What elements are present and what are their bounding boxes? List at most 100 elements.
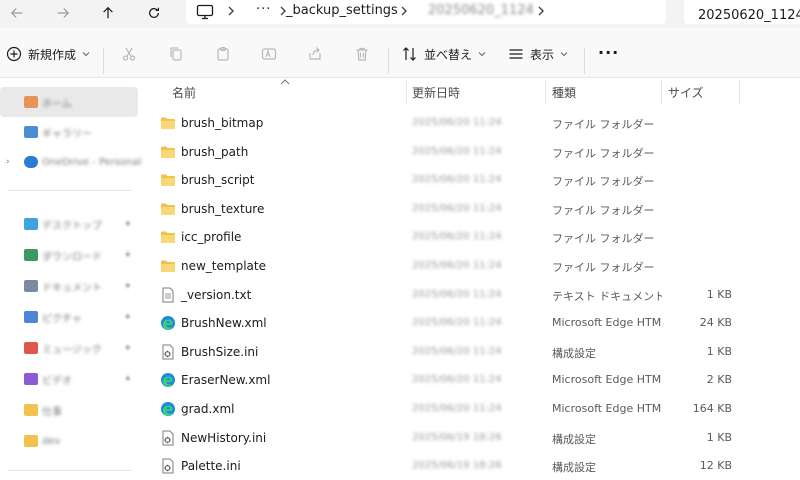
sidebar-item-gallery[interactable]: ギャラリー — [0, 117, 138, 147]
sidebar-item-folder[interactable]: dev — [0, 426, 138, 456]
file-row[interactable]: icc_profile 2025/06/20 11:24 ファイル フォルダー — [146, 223, 800, 252]
folder-icon — [160, 144, 176, 160]
address-segment-backup-settings[interactable]: _backup_settings — [286, 3, 398, 18]
sort-button[interactable]: 並べ替え — [402, 42, 486, 66]
file-modified-date: 2025/06/19 18:26 — [412, 460, 502, 472]
share-button[interactable] — [307, 42, 323, 66]
search-box[interactable]: 20250620_1124の — [684, 0, 800, 24]
refresh-button[interactable] — [143, 2, 165, 24]
chevron-down-icon — [560, 52, 568, 57]
chevron-right-icon[interactable] — [399, 5, 409, 17]
up-button[interactable] — [97, 2, 119, 24]
sidebar-item-label: ドキュメント — [42, 282, 102, 294]
sidebar-item-label: ダウンロード — [42, 251, 102, 263]
file-row[interactable]: BrushNew.xml 2025/06/20 11:24 Microsoft Ed… — [146, 309, 800, 338]
search-box-text: 20250620_1124の — [698, 8, 800, 23]
file-row[interactable]: NewHistory.ini 2025/06/19 18:26 構成設定 1 KB — [146, 424, 800, 453]
sidebar-divider — [8, 470, 132, 471]
file-row[interactable]: brush_script 2025/06/20 11:24 ファイル フォルダー — [146, 166, 800, 195]
column-divider[interactable] — [545, 80, 546, 104]
delete-button[interactable] — [354, 42, 370, 66]
file-name: EraserNew.xml — [181, 373, 271, 388]
file-name: new_template — [181, 259, 266, 273]
sidebar-item-onedrive[interactable]: › OneDrive - Personal — [0, 147, 142, 177]
column-header-date[interactable]: 更新日時 — [412, 80, 542, 104]
file-row[interactable]: brush_path 2025/06/20 11:24 ファイル フォルダー — [146, 138, 800, 167]
file-row[interactable]: _version.txt 2025/06/20 11:24 テキスト ドキュメント 1… — [146, 281, 800, 310]
chevron-right-icon[interactable]: › — [6, 157, 10, 167]
address-ellipsis[interactable]: ··· — [256, 2, 271, 17]
arrow-right-icon — [57, 8, 70, 18]
column-divider[interactable] — [739, 80, 740, 104]
column-divider[interactable] — [406, 80, 407, 104]
sidebar-item-pictures[interactable]: ピクチャ ✦ — [0, 302, 138, 332]
file-row[interactable]: brush_texture 2025/06/20 11:24 ファイル フォルダー — [146, 195, 800, 224]
file-row[interactable]: brush_bitmap 2025/06/20 11:24 ファイル フォルダー — [146, 109, 800, 138]
sidebar-item-home[interactable]: ホーム — [0, 87, 138, 117]
trash-icon — [356, 47, 368, 61]
file-modified-date: 2025/06/20 11:24 — [412, 288, 502, 300]
sidebar-item-music[interactable]: ミュージック ✦ — [0, 333, 138, 363]
address-segment-current-folder[interactable]: 20250620_1124 — [428, 3, 534, 18]
clipboard-icon — [217, 46, 229, 61]
sidebar-item-label: OneDrive - Personal — [42, 156, 142, 168]
file-size: 1 KB — [706, 287, 732, 301]
pin-icon[interactable]: ✦ — [124, 281, 132, 292]
file-type: ファイル フォルダー — [552, 118, 655, 131]
copy-button[interactable] — [168, 42, 184, 66]
sidebar-item-desktop[interactable]: デスクトップ ✦ — [0, 209, 138, 239]
gallery-icon — [24, 126, 38, 138]
sidebar-item-videos[interactable]: ビデオ ✦ — [0, 364, 138, 394]
file-row[interactable]: EraserNew.xml 2025/06/20 11:24 Microsoft E… — [146, 366, 800, 395]
rename-button[interactable] — [261, 42, 277, 66]
forward-button[interactable] — [52, 2, 74, 24]
file-modified-date: 2025/06/20 11:24 — [412, 374, 502, 386]
file-type: テキスト ドキュメント — [552, 289, 662, 303]
back-button[interactable] — [6, 2, 28, 24]
text-file-icon — [160, 287, 176, 303]
toolbar-divider — [584, 48, 585, 74]
sidebar-item-downloads[interactable]: ダウンロード ✦ — [0, 240, 138, 270]
address-bar[interactable]: ··· _backup_settings 20250620_1124 — [186, 0, 666, 24]
new-button[interactable]: 新規作成 — [6, 42, 90, 66]
sidebar-item-documents[interactable]: ドキュメント ✦ — [0, 271, 138, 301]
pin-icon[interactable]: ✦ — [124, 374, 132, 385]
folder-icon — [24, 435, 38, 447]
file-row[interactable]: Palette.ini 2025/06/19 18:26 構成設定 12 KB — [146, 452, 800, 480]
arrow-up-icon — [103, 6, 113, 19]
config-file-icon — [160, 458, 176, 474]
edge-icon — [160, 401, 176, 417]
edge-icon — [160, 315, 176, 331]
paste-button[interactable] — [215, 42, 231, 66]
folder-icon — [160, 172, 176, 188]
pin-icon[interactable]: ✦ — [124, 312, 132, 323]
column-header-name[interactable]: 名前 — [172, 80, 404, 104]
pin-icon[interactable]: ✦ — [124, 219, 132, 230]
sidebar-item-label: ビデオ — [42, 375, 72, 387]
sidebar-item-label: デスクトップ — [42, 220, 102, 232]
cut-button[interactable] — [121, 42, 137, 66]
sidebar-item-label: ホーム — [42, 98, 72, 110]
column-divider[interactable] — [661, 80, 662, 104]
chevron-down-icon — [82, 52, 90, 57]
file-size: 2 KB — [706, 373, 732, 387]
file-row[interactable]: grad.xml 2025/06/20 11:24 Microsoft Edge H… — [146, 395, 800, 424]
folder-icon — [160, 201, 176, 217]
more-options-button[interactable]: ··· — [598, 40, 619, 64]
view-button[interactable]: 表示 — [508, 42, 568, 66]
pin-icon[interactable]: ✦ — [124, 343, 132, 354]
file-name: brush_bitmap — [181, 116, 264, 130]
file-name: grad.xml — [181, 402, 235, 416]
file-row[interactable]: new_template 2025/06/20 11:24 ファイル フォルダー — [146, 252, 800, 281]
sidebar-item-folder[interactable]: 仕事 — [0, 395, 138, 425]
file-type: ファイル フォルダー — [552, 261, 655, 274]
copy-icon — [170, 47, 182, 61]
desktop-icon — [24, 218, 38, 230]
file-type: ファイル フォルダー — [552, 175, 655, 189]
column-header-type[interactable]: 種類 — [552, 80, 658, 104]
column-header-size[interactable]: サイズ — [668, 80, 738, 104]
file-row[interactable]: BrushSize.ini 2025/06/20 11:24 構成設定 1 KB — [146, 338, 800, 367]
chevron-right-icon[interactable] — [536, 5, 546, 17]
chevron-right-icon[interactable] — [226, 5, 236, 17]
pin-icon[interactable]: ✦ — [124, 250, 132, 261]
